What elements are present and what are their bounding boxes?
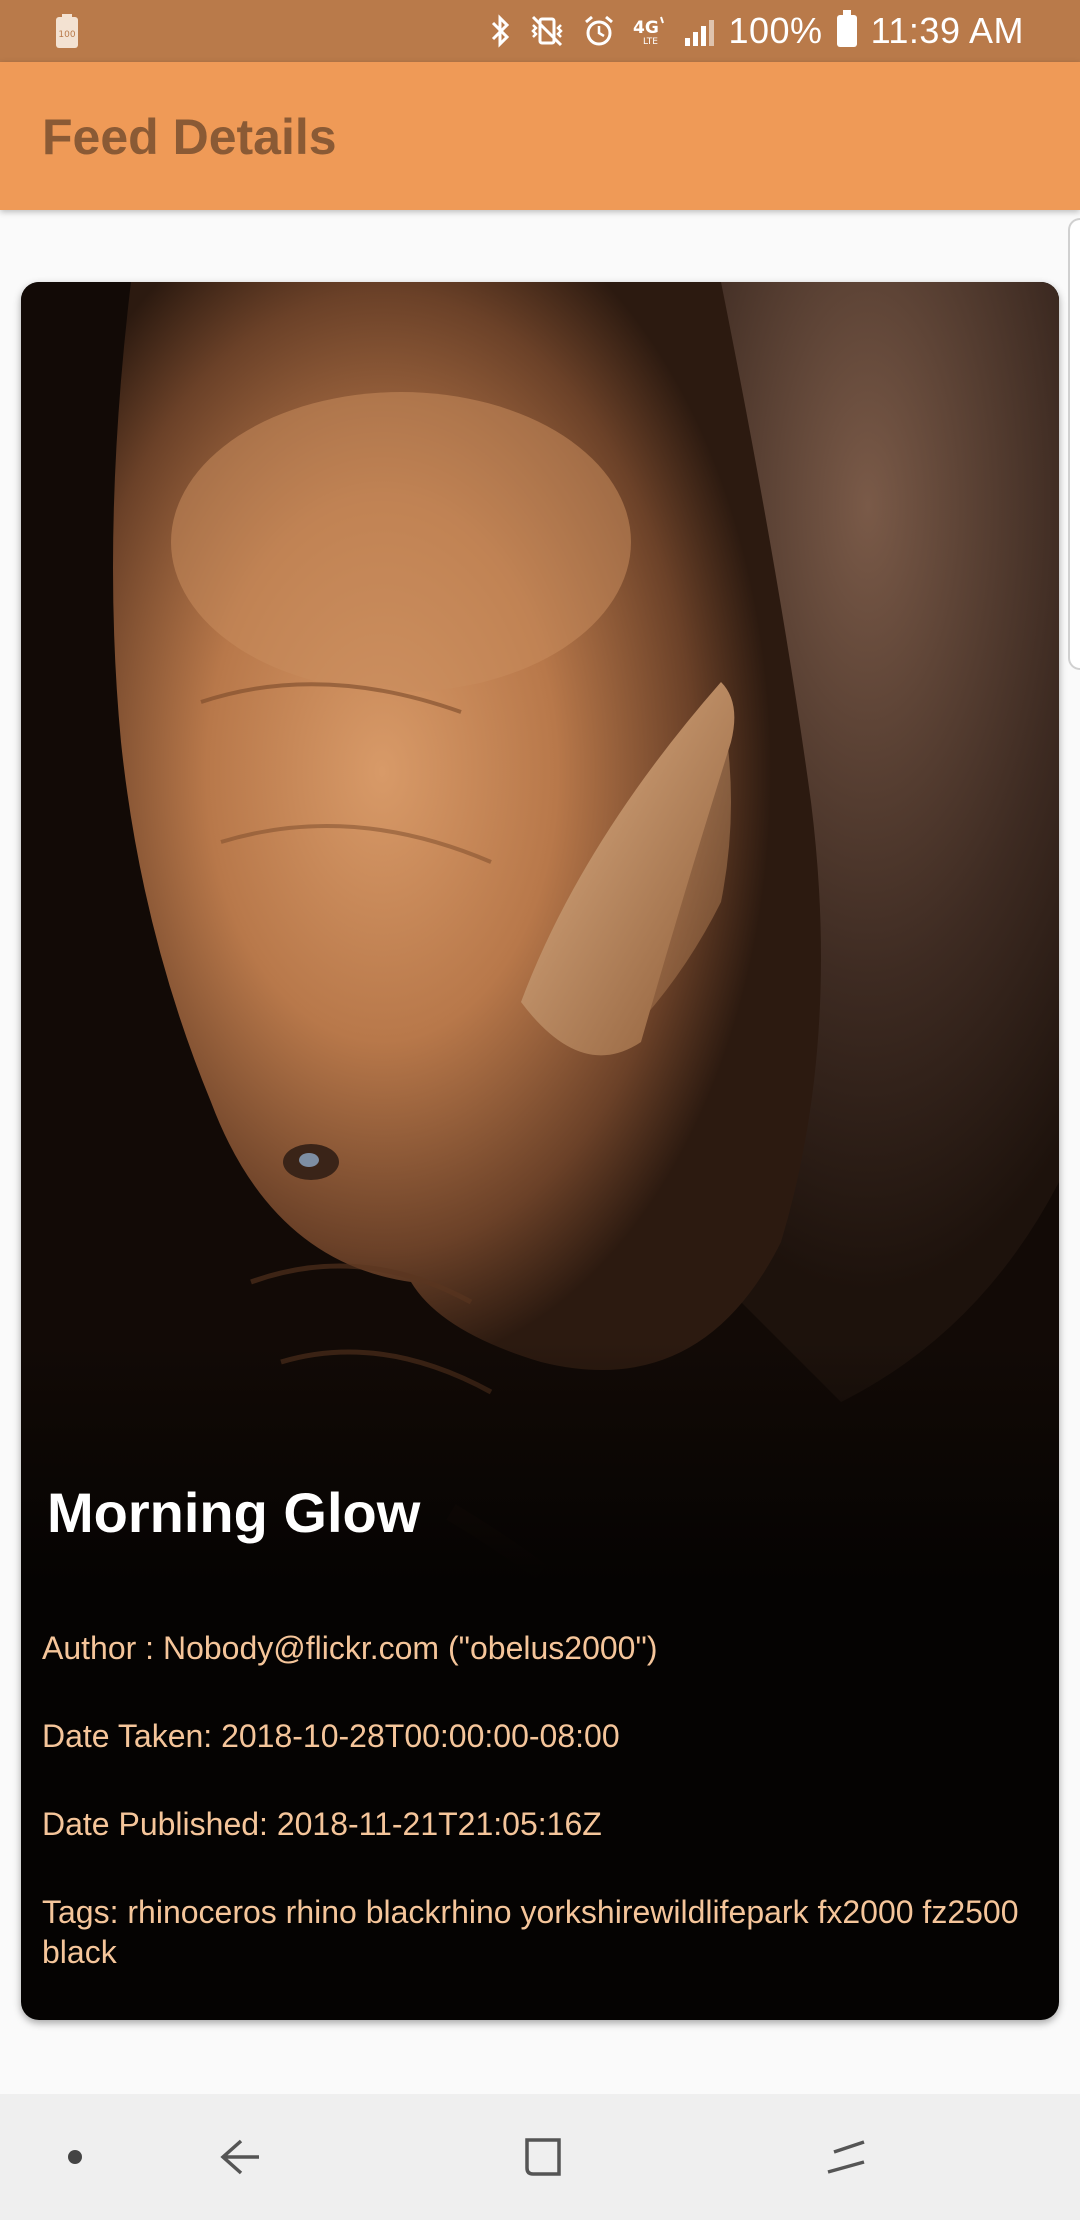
tags-text: Tags: rhinoceros rhino blackrhino yorksh…	[42, 1894, 1019, 1970]
svg-text:4G: 4G	[633, 18, 659, 38]
navigation-bar	[0, 2094, 1080, 2220]
page-title: Feed Details	[42, 109, 337, 165]
bluetooth-icon	[489, 0, 513, 62]
recents-icon[interactable]	[502, 2094, 582, 2220]
clock: 11:39 AM	[870, 10, 1024, 51]
switch-apps-icon[interactable]	[806, 2094, 886, 2220]
signal-icon	[685, 0, 715, 62]
date-taken-text: Date Taken: 2018-10-28T00:00:00-08:00	[42, 1718, 620, 1754]
app-bar: Feed Details	[0, 62, 1080, 210]
edge-panel-handle[interactable]	[1068, 218, 1080, 670]
author-text: Author : Nobody@flickr.com ("obelus2000"…	[42, 1630, 658, 1666]
battery-saver-icon: 100	[54, 14, 80, 59]
back-icon[interactable]	[200, 2094, 280, 2220]
status-bar: 100 4G LTE 100% 11:39 AM	[0, 0, 1080, 62]
dot-icon[interactable]	[40, 2094, 110, 2220]
vibrate-icon	[527, 0, 567, 62]
battery-icon	[836, 0, 857, 62]
alarm-icon	[581, 0, 617, 62]
battery-percent: 100%	[728, 10, 823, 51]
card-title: Morning Glow	[47, 1481, 421, 1544]
date-published-text: Date Published: 2018-11-21T21:05:16Z	[42, 1806, 602, 1842]
rhino-photo	[21, 282, 1059, 1582]
feed-card[interactable]: Morning Glow Author : Nobody@flickr.com …	[21, 282, 1059, 2020]
lte-icon: 4G LTE	[631, 0, 671, 62]
svg-text:LTE: LTE	[643, 37, 658, 47]
battery-saver-text: 100	[58, 30, 75, 40]
